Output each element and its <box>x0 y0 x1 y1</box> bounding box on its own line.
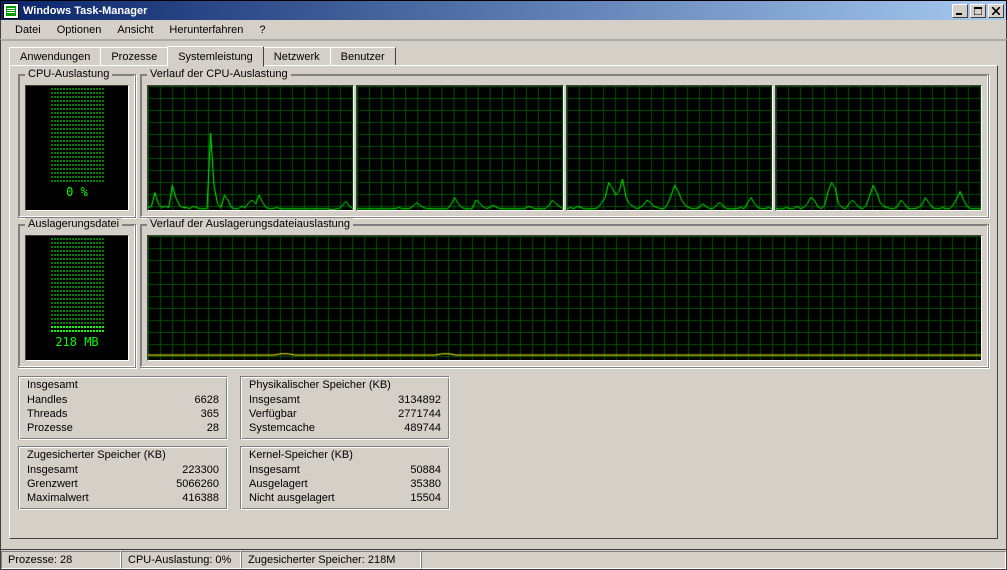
tab-systemleistung[interactable]: Systemleistung <box>167 46 264 67</box>
tab-netzwerk[interactable]: Netzwerk <box>263 47 331 66</box>
menu-ansicht[interactable]: Ansicht <box>109 22 161 38</box>
stat-row: Threads365 <box>27 407 219 421</box>
menu-datei[interactable]: Datei <box>7 22 49 38</box>
stat-title-kernel: Kernel-Speicher (KB) <box>249 449 441 461</box>
stat-row: Maximalwert416388 <box>27 491 219 505</box>
status-empty <box>421 551 1006 569</box>
stat-row: Insgesamt3134892 <box>249 393 441 407</box>
group-title-cpu: CPU-Auslastung <box>25 68 112 80</box>
stat-row: Prozesse28 <box>27 421 219 435</box>
cpu-history-3 <box>775 85 982 211</box>
stat-row: Systemcache489744 <box>249 421 441 435</box>
group-cpu-usage: CPU-Auslastung 0 % <box>18 74 136 218</box>
status-processes: Prozesse: 28 <box>1 551 121 569</box>
menu-help[interactable]: ? <box>251 22 273 38</box>
pagefile-history <box>147 235 982 361</box>
close-button[interactable] <box>988 4 1004 18</box>
group-totals: Insgesamt Handles6628 Threads365 Prozess… <box>18 376 228 440</box>
stat-row: Insgesamt50884 <box>249 463 441 477</box>
pagefile-meter-label: 218 MB <box>26 332 128 349</box>
client-area: Anwendungen Prozesse Systemleistung Netz… <box>0 39 1007 550</box>
stat-row: Verfügbar2771744 <box>249 407 441 421</box>
tab-benutzer[interactable]: Benutzer <box>330 47 396 66</box>
app-icon <box>3 3 19 19</box>
minimize-button[interactable] <box>952 4 968 18</box>
group-title-cpu-hist: Verlauf der CPU-Auslastung <box>147 68 291 80</box>
group-physical-memory: Physikalischer Speicher (KB) Insgesamt31… <box>240 376 450 440</box>
group-pagefile: Auslagerungsdatei 218 MB <box>18 224 136 368</box>
group-cpu-history: Verlauf der CPU-Auslastung <box>140 74 989 218</box>
cpu-meter: 0 % <box>25 85 129 211</box>
pagefile-meter: 218 MB <box>25 235 129 361</box>
stat-row: Nicht ausgelagert15504 <box>249 491 441 505</box>
stat-row: Handles6628 <box>27 393 219 407</box>
cpu-history-1 <box>356 85 563 211</box>
menu-herunterfahren[interactable]: Herunterfahren <box>161 22 251 38</box>
maximize-button[interactable] <box>970 4 986 18</box>
stat-title-physmem: Physikalischer Speicher (KB) <box>249 379 441 391</box>
stat-row: Insgesamt223300 <box>27 463 219 477</box>
stat-title-totals: Insgesamt <box>27 379 219 391</box>
tabs: Anwendungen Prozesse Systemleistung Netz… <box>9 45 998 66</box>
statusbar: Prozesse: 28 CPU-Auslastung: 0% Zugesich… <box>0 550 1007 570</box>
cpu-history-2 <box>566 85 773 211</box>
group-title-pf-hist: Verlauf der Auslagerungsdateiauslastung <box>147 218 353 230</box>
titlebar-buttons <box>952 4 1004 18</box>
tab-anwendungen[interactable]: Anwendungen <box>9 47 101 66</box>
status-commit: Zugesicherter Speicher: 218M <box>241 551 421 569</box>
group-title-pf: Auslagerungsdatei <box>25 218 122 230</box>
window-title: Windows Task-Manager <box>23 5 952 17</box>
titlebar: Windows Task-Manager <box>0 0 1007 20</box>
tab-pane-systemleistung: CPU-Auslastung 0 % Verlauf der CPU-Ausla… <box>9 65 998 539</box>
group-kernel-memory: Kernel-Speicher (KB) Insgesamt50884 Ausg… <box>240 446 450 510</box>
menubar: Datei Optionen Ansicht Herunterfahren ? <box>0 20 1007 39</box>
cpu-history-0 <box>147 85 354 211</box>
cpu-meter-label: 0 % <box>26 182 128 199</box>
group-pf-history: Verlauf der Auslagerungsdateiauslastung <box>140 224 989 368</box>
status-cpu: CPU-Auslastung: 0% <box>121 551 241 569</box>
group-commit-charge: Zugesicherter Speicher (KB) Insgesamt223… <box>18 446 228 510</box>
tab-prozesse[interactable]: Prozesse <box>100 47 168 66</box>
stat-row: Ausgelagert35380 <box>249 477 441 491</box>
menu-optionen[interactable]: Optionen <box>49 22 110 38</box>
stat-title-commit: Zugesicherter Speicher (KB) <box>27 449 219 461</box>
stat-row: Grenzwert5066260 <box>27 477 219 491</box>
